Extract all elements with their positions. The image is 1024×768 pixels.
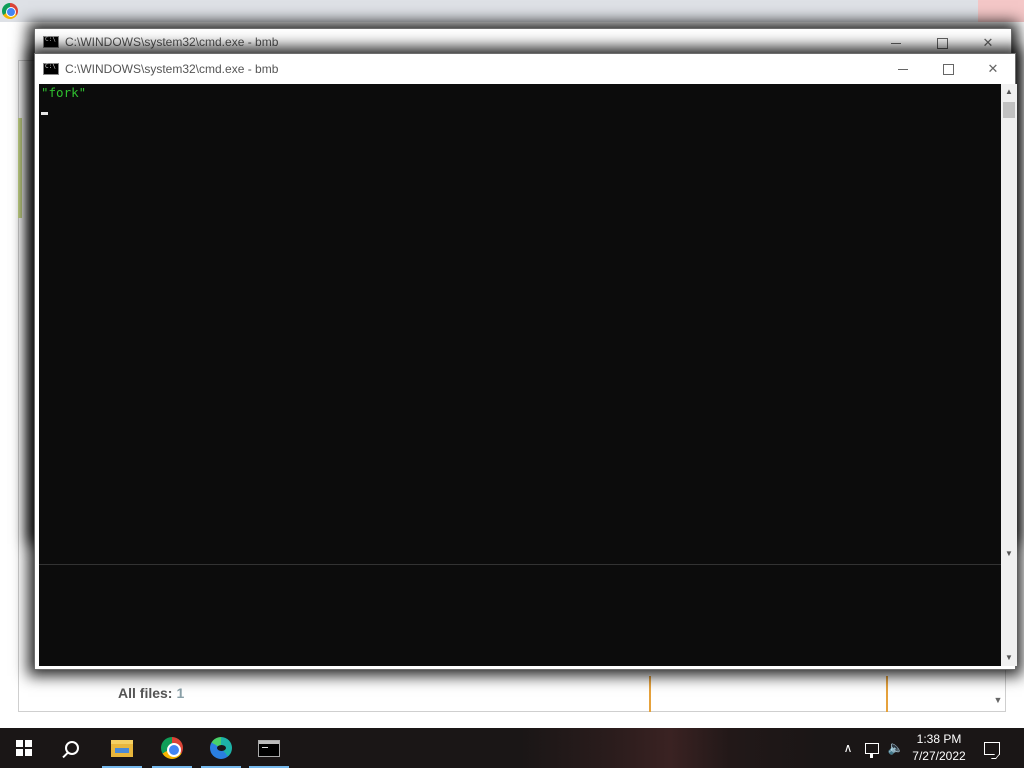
taskbar-chrome[interactable] xyxy=(148,728,196,768)
search-icon xyxy=(65,741,79,755)
minimize-icon[interactable] xyxy=(880,54,926,84)
taskbar-wallpaper-shade xyxy=(520,728,820,768)
page-column-divider xyxy=(649,676,651,712)
chrome-tab-icon[interactable] xyxy=(2,3,18,19)
chrome-icon xyxy=(161,737,183,759)
console-cursor xyxy=(41,112,48,115)
edge-icon xyxy=(210,737,232,759)
taskbar-command-prompt[interactable] xyxy=(245,728,293,768)
taskbar-file-explorer[interactable] xyxy=(98,728,146,768)
scroll-down-arrow-icon[interactable]: ▼ xyxy=(1001,546,1017,562)
clock-time: 1:38 PM xyxy=(916,732,962,746)
notification-button[interactable] xyxy=(980,728,1004,768)
chevron-up-icon[interactable]: ∧ xyxy=(836,728,860,768)
scrollbar-thumb[interactable] xyxy=(1003,102,1015,118)
page-column-divider xyxy=(886,676,888,712)
network-icon[interactable] xyxy=(860,728,884,768)
desktop-strip xyxy=(0,712,1024,728)
file-explorer-icon xyxy=(111,739,133,757)
cmd-front-titlebar[interactable]: C:\WINDOWS\system32\cmd.exe - bmb xyxy=(35,54,1015,84)
taskbar-clock[interactable]: 1:38 PM 7/27/2022 xyxy=(906,731,972,765)
search-button[interactable] xyxy=(48,728,96,768)
scroll-up-arrow-icon[interactable]: ▲ xyxy=(1001,84,1017,100)
cmd-app-icon[interactable] xyxy=(43,63,59,75)
console-line: "fork" xyxy=(41,85,87,100)
cmd-app-icon[interactable] xyxy=(43,36,59,48)
all-files-label: All files: xyxy=(118,685,173,701)
close-icon[interactable] xyxy=(970,54,1016,84)
page-scroll-down-arrow-icon[interactable]: ▼ xyxy=(990,692,1006,708)
cmd-window-front[interactable]: C:\WINDOWS\system32\cmd.exe - bmb "fork"… xyxy=(34,53,1017,670)
volume-icon[interactable]: 🔈 xyxy=(884,728,908,768)
all-files-count: 1 xyxy=(176,685,185,701)
cmd-front-title: C:\WINDOWS\system32\cmd.exe - bmb xyxy=(65,62,279,76)
taskbar-edge[interactable] xyxy=(197,728,245,768)
console-divider xyxy=(39,564,1001,565)
console-scrollbar[interactable]: ▲ ▼ ▼ xyxy=(1001,84,1017,666)
maximize-icon[interactable] xyxy=(925,54,971,84)
clock-date: 7/27/2022 xyxy=(912,749,966,763)
page-accent-strip xyxy=(18,118,22,218)
all-files-summary: All files: 1 xyxy=(118,685,184,701)
windows-start-icon xyxy=(16,740,32,756)
scroll-down-arrow-icon[interactable]: ▼ xyxy=(1001,650,1017,666)
notification-icon xyxy=(984,741,1000,755)
start-button[interactable] xyxy=(0,728,48,768)
system-tray: ∧ 🔈 xyxy=(836,728,908,768)
cmd-back-title: C:\WINDOWS\system32\cmd.exe - bmb xyxy=(65,35,279,49)
browser-tab-strip xyxy=(0,0,1024,22)
console-output-area[interactable]: "fork" xyxy=(39,84,1001,666)
browser-close-area[interactable] xyxy=(978,0,1024,22)
command-prompt-icon xyxy=(258,739,280,757)
